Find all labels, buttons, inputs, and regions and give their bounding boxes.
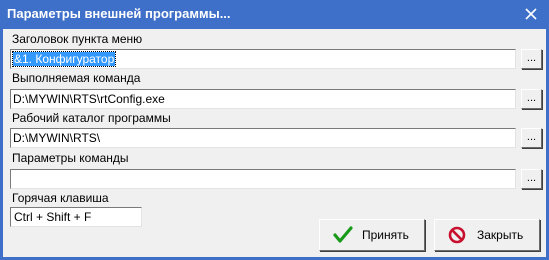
close-button[interactable]: Закрыть [434, 219, 540, 251]
command-field[interactable]: D:\MYWIN\RTS\rtConfig.exe [10, 89, 516, 109]
check-icon [333, 226, 353, 244]
menu-title-label: Заголовок пункта меню [12, 32, 143, 46]
dialog-body: Заголовок пункта меню &1. Конфигуратор .… [3, 29, 546, 257]
command-params-label: Параметры команды [12, 151, 129, 165]
dialog-window: Параметры внешней программы... Заголовок… [0, 0, 549, 260]
title-bar[interactable]: Параметры внешней программы... [0, 0, 549, 29]
hotkey-label: Горячая клавиша [12, 191, 109, 205]
menu-title-field[interactable]: &1. Конфигуратор [10, 49, 516, 69]
no-entry-icon [448, 226, 468, 244]
command-browse-button[interactable]: ... [521, 89, 542, 109]
command-params-browse-button[interactable]: ... [521, 169, 542, 189]
command-params-field[interactable] [10, 169, 516, 189]
working-dir-browse-button[interactable]: ... [521, 128, 542, 148]
hotkey-field[interactable]: Ctrl + Shift + F [10, 207, 142, 227]
close-icon [525, 8, 537, 20]
close-button-label: Закрыть [477, 228, 524, 242]
menu-title-value: &1. Конфигуратор [11, 51, 117, 67]
working-dir-label: Рабочий каталог программы [12, 111, 171, 125]
dialog-title: Параметры внешней программы... [7, 6, 231, 21]
working-dir-field[interactable]: D:\MYWIN\RTS\ [10, 128, 516, 148]
close-window-button[interactable] [519, 3, 543, 25]
command-label: Выполняемая команда [12, 71, 141, 85]
accept-button-label: Принять [362, 228, 409, 242]
accept-button[interactable]: Принять [319, 219, 425, 251]
menu-title-browse-button[interactable]: ... [521, 49, 542, 69]
